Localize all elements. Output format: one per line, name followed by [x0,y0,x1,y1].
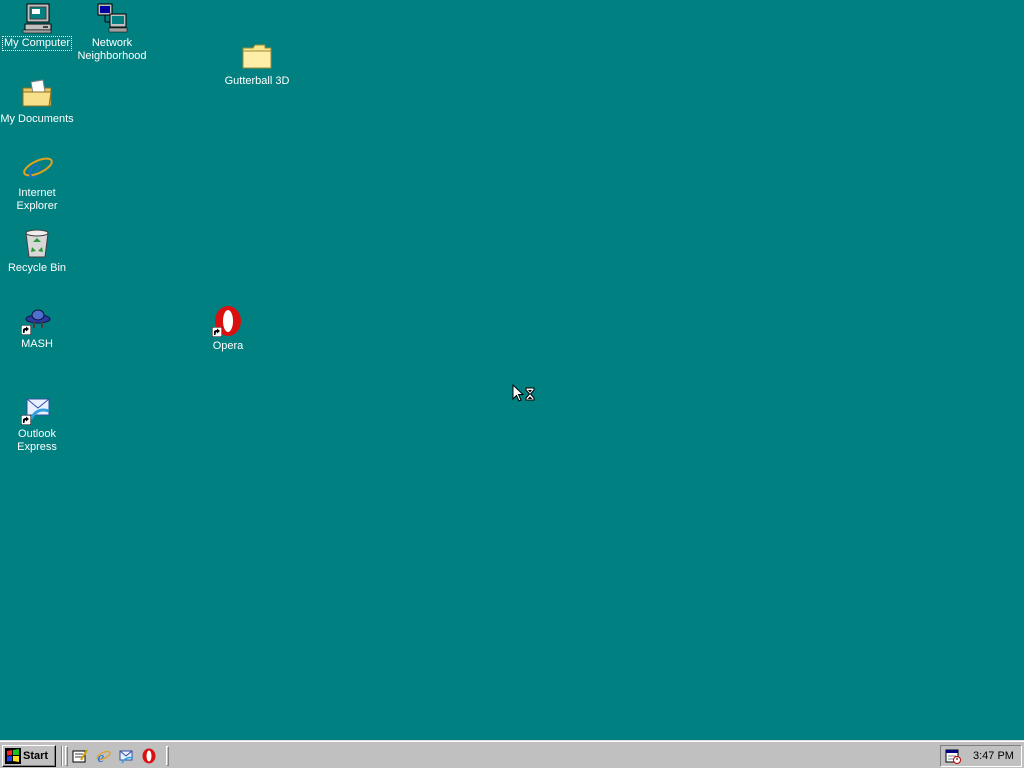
desktop-icon-gutterball-3d[interactable]: Gutterball 3D [217,40,297,88]
shortcut-arrow-icon [212,327,222,337]
recycle-bin-icon [21,227,53,259]
system-tray: 3:47 PM [940,745,1022,767]
desktop-icon-network-neighborhood[interactable]: Network Neighborhood [72,2,152,63]
folder-icon [241,40,273,72]
desktop-icon-label: Network Neighborhood [77,37,147,62]
desktop-icon-recycle-bin[interactable]: Recycle Bin [0,227,77,275]
desktop-icon-label: MASH [21,338,53,350]
desktop-icon-internet-explorer[interactable]: e Internet Explorer [0,152,77,213]
documents-folder-icon [21,78,53,110]
desktop-icon-label: Internet Explorer [16,187,58,212]
network-icon [96,2,128,34]
start-button[interactable]: Start [2,745,56,767]
desktop-icon-opera[interactable]: Opera [188,305,268,353]
windows-logo-icon [5,748,21,764]
taskbar: Start e 3:47 PM [0,740,1024,768]
busy-cursor-icon [512,384,535,402]
desktop-icon-outlook-express[interactable]: Outlook Express [0,393,77,454]
internet-explorer-icon[interactable]: e [94,747,112,765]
desktop-icon-label: Opera [212,340,244,352]
opera-icon[interactable] [140,747,158,765]
desktop-icon-label: My Computer [1,36,73,51]
taskbar-separator [61,746,63,766]
show-desktop-icon[interactable] [71,747,89,765]
desktop-icon-label: Outlook Express [17,428,57,453]
internet-explorer-icon: e [21,152,53,184]
desktop-icon-label: Gutterball 3D [224,75,290,87]
quick-launch-grip[interactable] [65,746,68,766]
opera-icon [212,305,244,337]
shortcut-arrow-icon [21,325,31,335]
outlook-express-icon[interactable] [117,747,135,765]
computer-icon [21,2,53,34]
desktop-icon-label: My Documents [0,113,74,125]
taskbar-grip[interactable] [166,746,169,766]
scheduler-icon[interactable] [945,748,961,764]
desktop-icon-label: Recycle Bin [7,262,67,274]
clock[interactable]: 3:47 PM [973,750,1014,762]
svg-text:e: e [28,154,40,184]
svg-text:e: e [98,750,105,764]
desktop-icon-my-computer[interactable]: My Computer [0,2,77,51]
desktop-icon-mash[interactable]: MASH [0,303,77,351]
outlook-express-icon [21,393,53,425]
shortcut-arrow-icon [21,415,31,425]
start-label: Start [23,750,49,762]
desktop-icon-my-documents[interactable]: My Documents [0,78,77,126]
desktop[interactable]: My Computer Network Neighborhood Gutterb… [0,0,1024,740]
mash-icon [21,303,53,335]
